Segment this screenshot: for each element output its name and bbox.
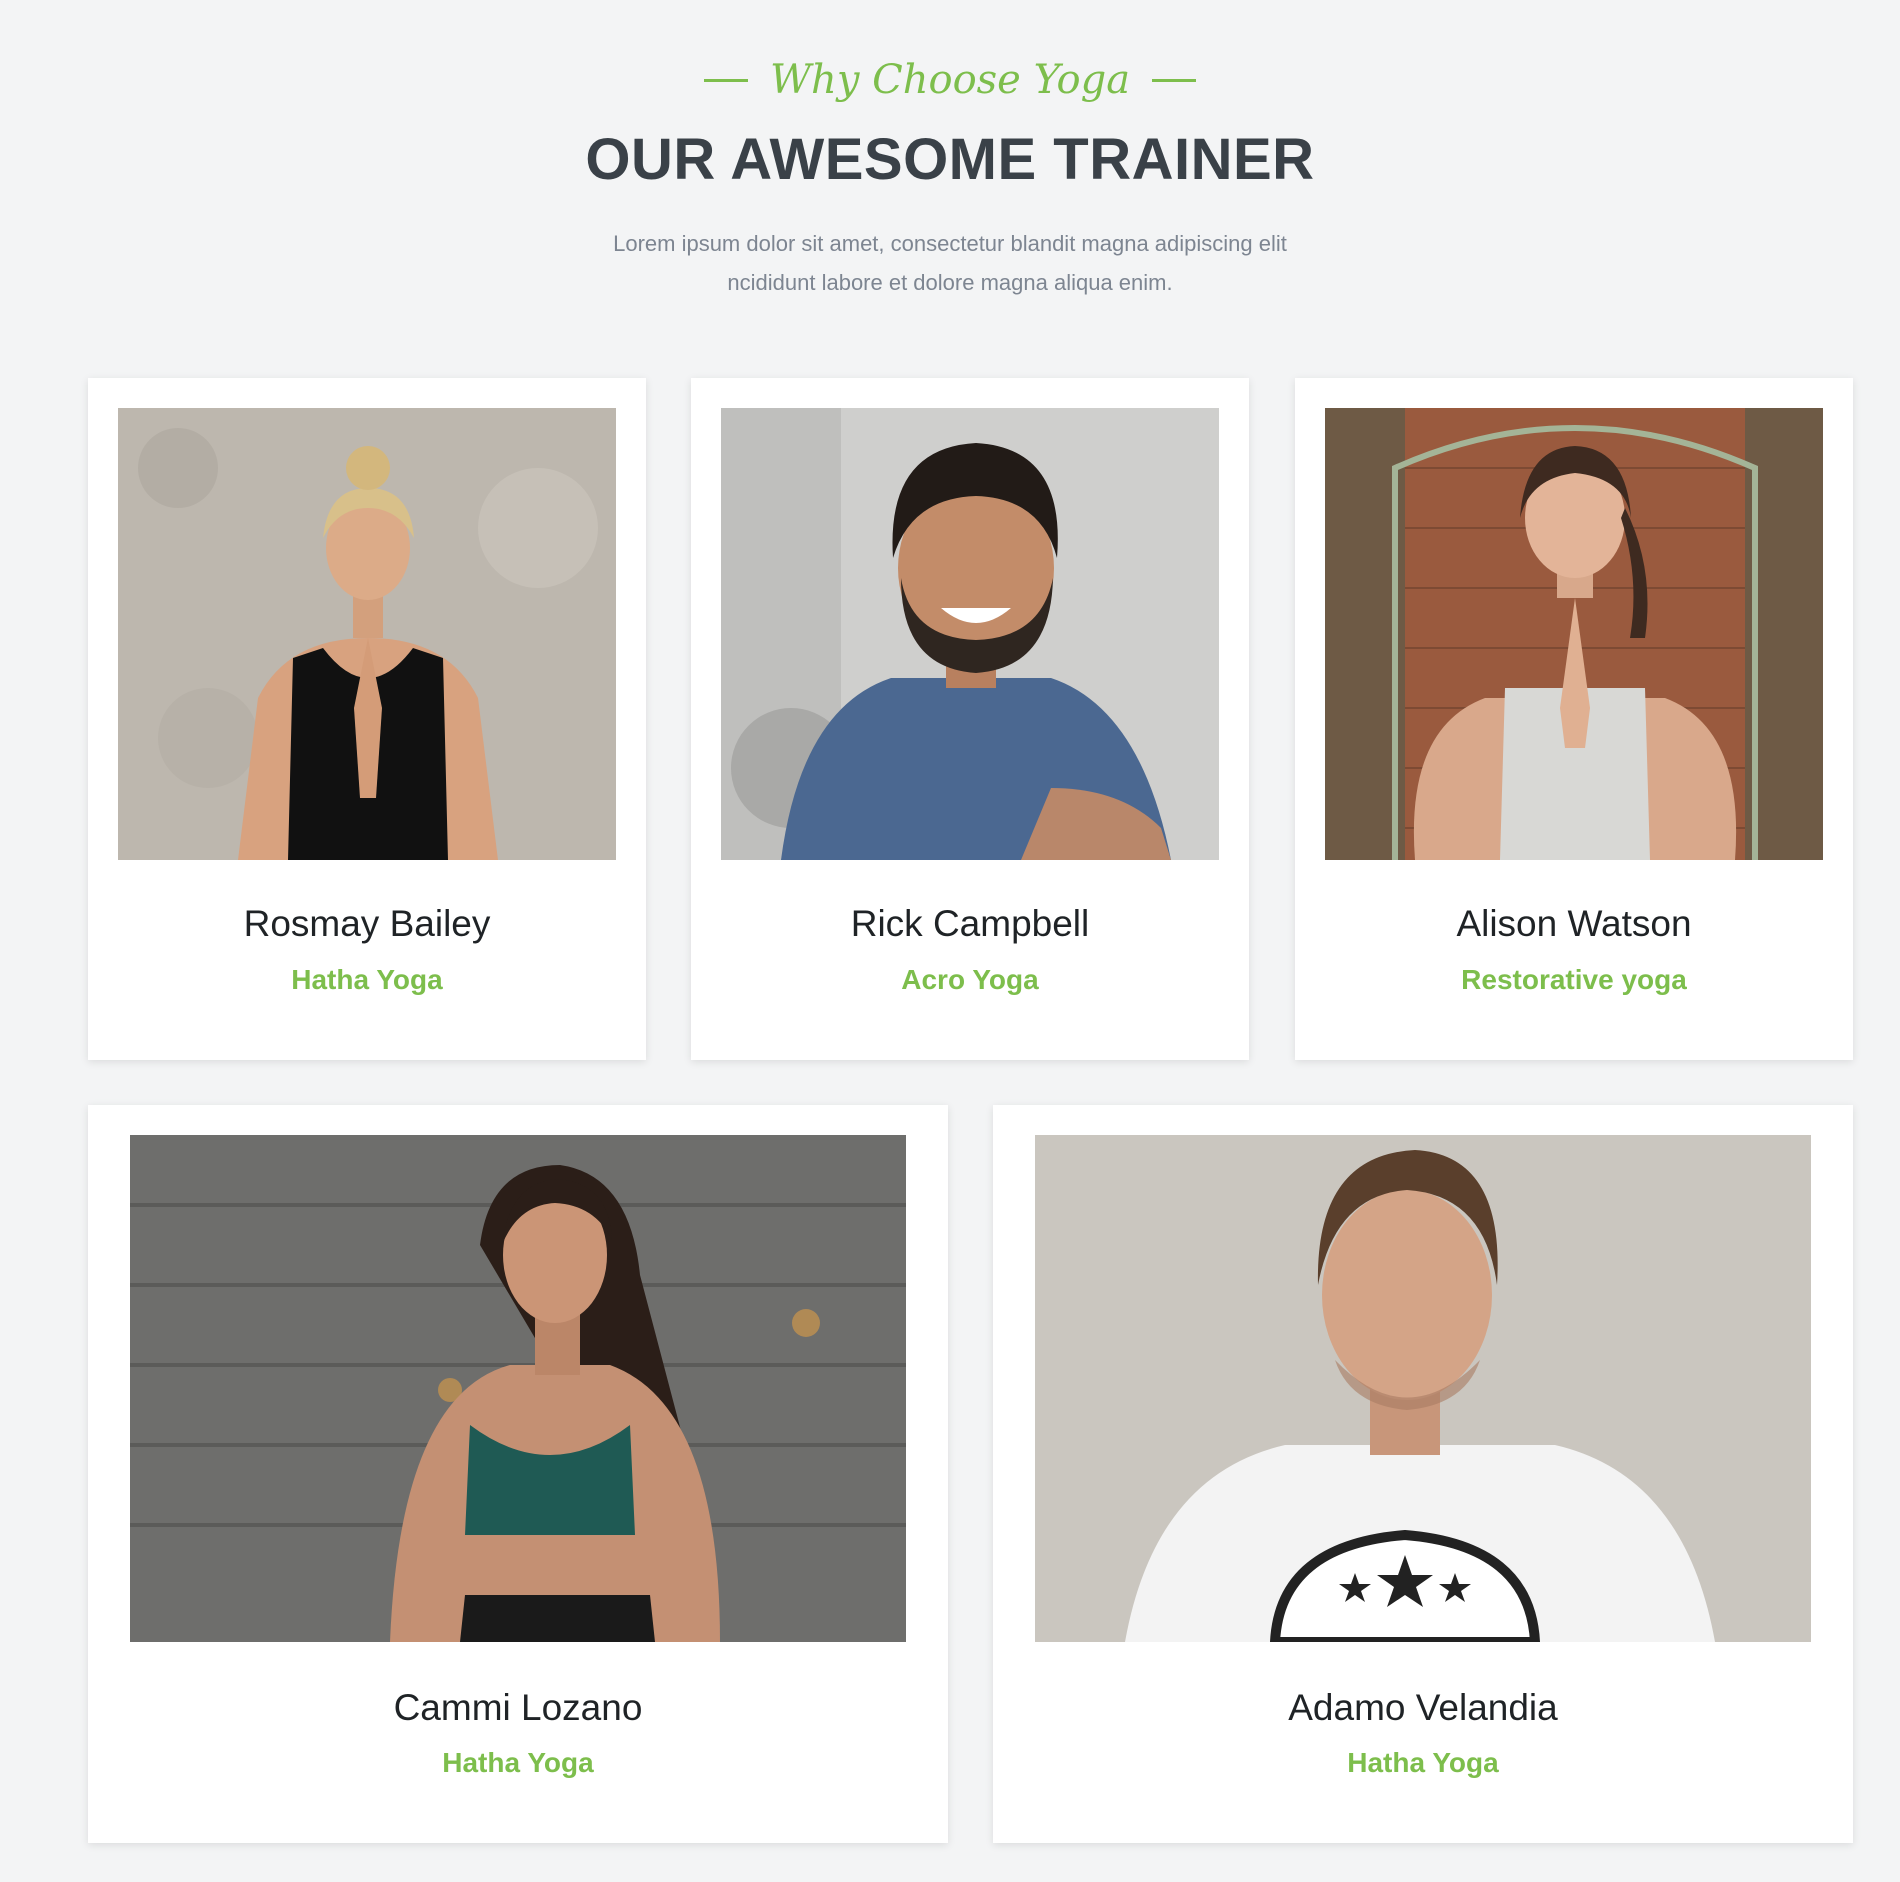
trainer-name: Cammi Lozano	[393, 1687, 643, 1728]
trainer-card[interactable]: Rick Campbell Acro Yoga	[691, 378, 1249, 1060]
trainer-specialty: Acro Yoga	[901, 964, 1039, 995]
trainer-photo[interactable]	[1325, 408, 1823, 860]
trainer-card[interactable]: Rosmay Bailey Hatha Yoga	[88, 378, 646, 1060]
trainer-card[interactable]: Alison Watson Restorative yoga	[1295, 378, 1853, 1060]
eyebrow: Why Choose Yoga	[0, 52, 1900, 108]
trainer-name: Adamo Velandia	[1288, 1687, 1558, 1728]
trainer-specialty: Hatha Yoga	[291, 964, 443, 995]
trainer-specialty: Restorative yoga	[1461, 964, 1687, 995]
trainer-specialty: Hatha Yoga	[1347, 1747, 1499, 1778]
trainer-card[interactable]: Adamo Velandia Hatha Yoga	[993, 1105, 1853, 1843]
trainer-name: Rosmay Bailey	[243, 903, 491, 944]
trainer-photo[interactable]	[130, 1135, 906, 1642]
description-line-1: Lorem ipsum dolor sit amet, consectetur …	[613, 231, 1287, 256]
trainer-name: Rick Campbell	[850, 903, 1090, 944]
trainer-card[interactable]: Cammi Lozano Hatha Yoga	[88, 1105, 948, 1843]
section-description: Lorem ipsum dolor sit amet, consectetur …	[550, 224, 1350, 302]
trainer-photo[interactable]	[1035, 1135, 1811, 1642]
trainer-photo[interactable]	[118, 408, 616, 860]
eyebrow-left-dash	[703, 78, 748, 82]
eyebrow-right-dash	[1152, 78, 1197, 82]
trainer-name: Alison Watson	[1456, 903, 1692, 944]
trainer-photo[interactable]	[721, 408, 1219, 860]
description-line-2: ncididunt labore et dolore magna aliqua …	[727, 270, 1173, 295]
eyebrow-text: Why Choose Yoga	[769, 57, 1131, 103]
trainer-specialty: Hatha Yoga	[442, 1747, 594, 1778]
section-title: OUR AWESOME TRAINER	[585, 127, 1315, 192]
